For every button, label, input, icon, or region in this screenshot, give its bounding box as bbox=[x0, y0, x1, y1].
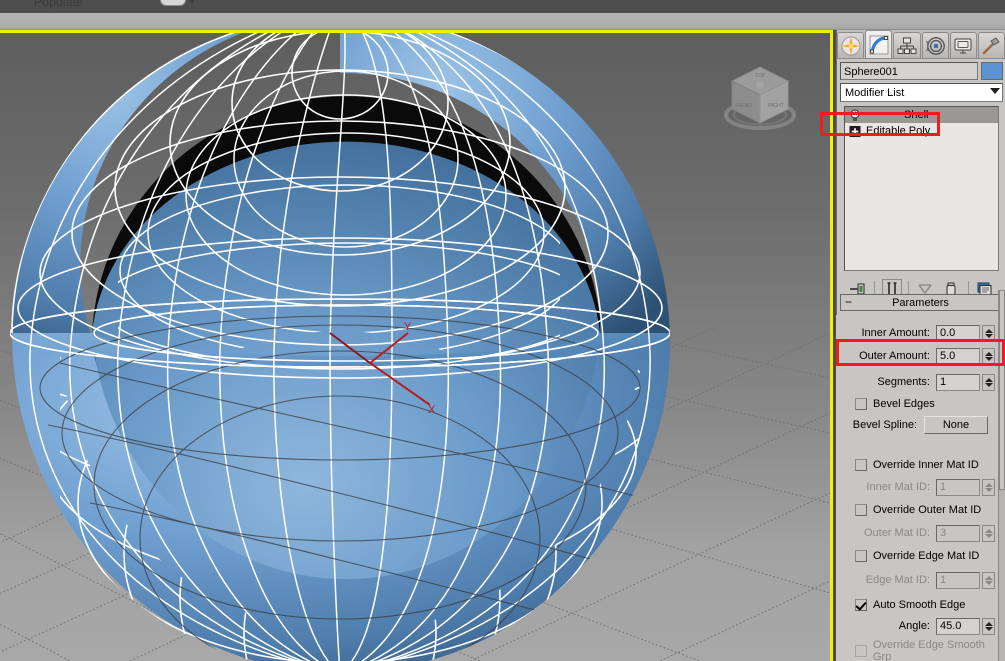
override-edge-mat-id-label: Override Edge Mat ID bbox=[873, 550, 980, 562]
inner-amount-label: Inner Amount: bbox=[861, 327, 931, 339]
edge-mat-id-field: 1 bbox=[936, 571, 980, 589]
create-tab[interactable] bbox=[837, 32, 865, 58]
hierarchy-tab[interactable] bbox=[893, 32, 921, 58]
bevel-spline-label: Bevel Spline: bbox=[852, 419, 917, 431]
modifier-list-label: Modifier List bbox=[845, 87, 905, 99]
viewport-active-border: Y X TOP FRONT RIGHT bbox=[0, 30, 833, 661]
segments-label: Segments: bbox=[877, 376, 930, 388]
svg-text:TOP: TOP bbox=[755, 73, 766, 79]
svg-text:FRONT: FRONT bbox=[735, 103, 752, 109]
sphere-mesh bbox=[10, 33, 670, 661]
override-inner-mat-id-label: Override Inner Mat ID bbox=[873, 459, 979, 471]
outer-amount-spinner[interactable] bbox=[982, 347, 995, 365]
segments-field[interactable]: 1 bbox=[936, 373, 980, 391]
svg-text:X: X bbox=[428, 404, 436, 416]
scrollbar-thumb[interactable] bbox=[999, 290, 1005, 490]
override-outer-mat-id-label: Override Outer Mat ID bbox=[873, 504, 982, 516]
bevel-edges-label: Bevel Edges bbox=[873, 398, 935, 410]
command-panel-scrollbar[interactable] bbox=[998, 290, 1005, 661]
auto-smooth-edge-checkbox[interactable] bbox=[855, 599, 867, 611]
stack-item-editable-poly[interactable]: Editable Poly bbox=[845, 123, 998, 139]
override-edge-smooth-grp-label: Override Edge Smooth Grp bbox=[873, 639, 985, 661]
stack-item-shell[interactable]: Shell bbox=[845, 107, 998, 123]
angle-field[interactable]: 45.0 bbox=[936, 617, 980, 635]
viewcube[interactable]: TOP FRONT RIGHT bbox=[718, 61, 802, 135]
chevron-down-icon bbox=[990, 88, 1000, 94]
parameters-body: Inner Amount: 0.0 Outer Amount: 5.0 Segm… bbox=[836, 315, 1001, 661]
perspective-viewport[interactable]: Y X TOP FRONT RIGHT bbox=[0, 33, 830, 661]
star-icon bbox=[841, 36, 861, 55]
segments-spinner[interactable] bbox=[982, 373, 995, 391]
outer-amount-field[interactable]: 5.0 bbox=[936, 347, 980, 365]
svg-text:RIGHT: RIGHT bbox=[768, 103, 784, 109]
modify-tab[interactable] bbox=[865, 30, 893, 58]
rollout-title: Parameters bbox=[892, 296, 949, 309]
svg-text:Y: Y bbox=[404, 321, 412, 333]
override-inner-mat-id-checkbox[interactable] bbox=[855, 459, 867, 471]
inner-mat-id-spinner bbox=[982, 478, 995, 496]
curve-icon bbox=[869, 35, 889, 54]
outer-mat-id-label: Outer Mat ID: bbox=[863, 527, 930, 539]
display-tab[interactable] bbox=[949, 32, 977, 58]
object-name-row: Sphere001 bbox=[837, 61, 1005, 81]
parameters-rollout-header[interactable]: − Parameters bbox=[840, 294, 1001, 311]
lightbulb-icon[interactable] bbox=[848, 109, 862, 122]
outer-amount-label: Outer Amount: bbox=[859, 350, 930, 362]
hammer-icon bbox=[983, 36, 1001, 54]
menu-widget[interactable] bbox=[160, 0, 186, 6]
plus-box-icon[interactable] bbox=[848, 125, 862, 138]
stack-item-label: Shell bbox=[904, 109, 929, 121]
modifier-list-dropdown[interactable]: Modifier List bbox=[840, 83, 1003, 102]
stack-item-label: Editable Poly bbox=[866, 125, 931, 137]
outer-mat-id-field: 3 bbox=[936, 524, 980, 542]
rollout-collapse-toggle[interactable]: − bbox=[845, 296, 852, 309]
inner-mat-id-label: Inner Mat ID: bbox=[866, 481, 930, 493]
angle-label: Angle: bbox=[898, 620, 930, 632]
override-edge-smooth-grp-checkbox bbox=[855, 645, 867, 657]
edge-mat-id-label: Edge Mat ID: bbox=[865, 574, 930, 586]
edge-mat-id-spinner bbox=[982, 571, 995, 589]
motion-tab[interactable] bbox=[921, 32, 949, 58]
display-icon bbox=[954, 38, 972, 53]
inner-amount-spinner[interactable] bbox=[982, 324, 995, 342]
bevel-edges-checkbox[interactable] bbox=[855, 398, 867, 410]
utilities-tab[interactable] bbox=[977, 32, 1005, 58]
bevel-spline-button[interactable]: None bbox=[924, 416, 988, 434]
main-toolbar[interactable] bbox=[0, 13, 1005, 30]
outer-mat-id-spinner bbox=[982, 524, 995, 542]
inner-amount-field[interactable]: 0.0 bbox=[936, 324, 980, 342]
modifier-list-row: Modifier List bbox=[837, 82, 1005, 103]
command-panel-tabs bbox=[837, 30, 1005, 59]
inner-mat-id-field: 1 bbox=[936, 478, 980, 496]
viewport-scene: Y X bbox=[0, 33, 830, 661]
object-color-swatch[interactable] bbox=[981, 62, 1003, 80]
override-edge-mat-id-checkbox[interactable] bbox=[855, 550, 867, 562]
chevron-down-icon[interactable]: ▾ bbox=[190, 0, 194, 6]
motion-icon bbox=[926, 36, 945, 55]
auto-smooth-edge-label: Auto Smooth Edge bbox=[873, 599, 966, 611]
modifier-stack[interactable]: Shell Editable Poly bbox=[844, 106, 999, 271]
hierarchy-icon bbox=[897, 37, 917, 54]
menu-bar: Populate ▾ bbox=[0, 0, 1005, 13]
menu-item-populate[interactable]: Populate bbox=[34, 0, 83, 9]
override-outer-mat-id-checkbox[interactable] bbox=[855, 504, 867, 516]
3dsmax-window: Populate ▾ Y X TOP FRONT RIGHT Sphere001… bbox=[0, 0, 1005, 661]
angle-spinner[interactable] bbox=[982, 617, 995, 635]
object-name-field[interactable]: Sphere001 bbox=[840, 62, 978, 80]
